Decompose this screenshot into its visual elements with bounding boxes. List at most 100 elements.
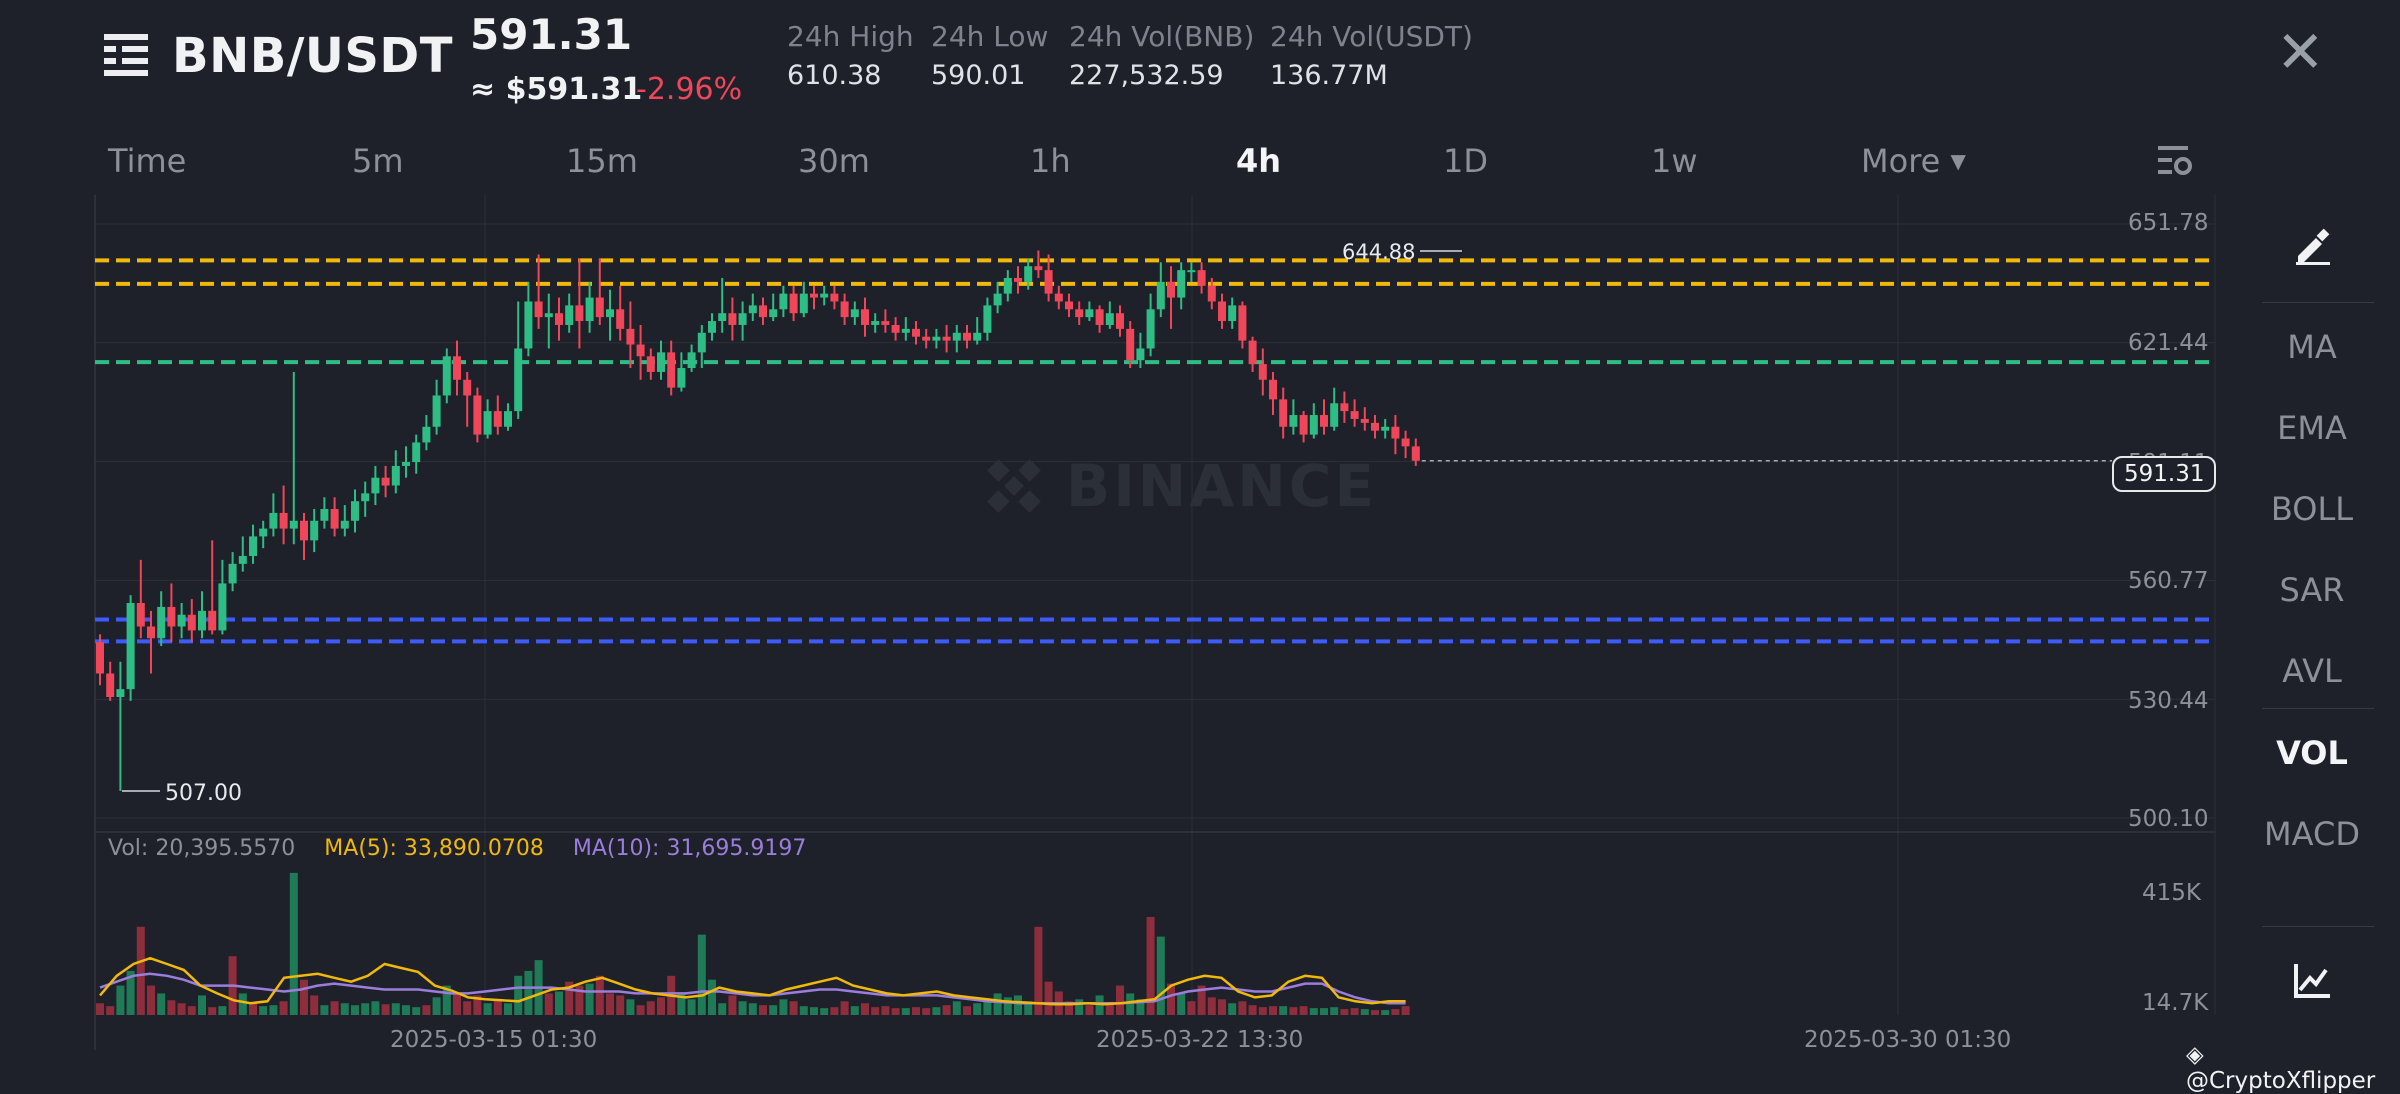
volume-bar: [585, 983, 594, 1015]
candle-body: [1411, 446, 1420, 461]
candle-body: [830, 293, 839, 302]
volume-bar: [289, 872, 298, 1015]
candle-body: [514, 348, 523, 412]
candle-body: [1177, 270, 1186, 298]
tab-15m[interactable]: 15m: [566, 142, 638, 180]
volume-bar: [1238, 1001, 1247, 1015]
candle-body: [606, 309, 614, 318]
candle-body: [881, 321, 890, 325]
volume-bar: [1044, 981, 1053, 1015]
volume-bar: [728, 995, 737, 1015]
volume-bar: [1218, 999, 1226, 1015]
candle-body: [687, 352, 696, 369]
candle-body: [759, 305, 767, 318]
candle-body: [952, 332, 961, 341]
volume-bar: [167, 1000, 176, 1015]
chart-type-icon[interactable]: [2292, 960, 2332, 1000]
candle-body: [157, 606, 166, 639]
candle-body: [402, 462, 410, 466]
candle-body: [901, 328, 910, 333]
candle-body: [493, 411, 502, 427]
close-icon[interactable]: ✕: [2276, 18, 2325, 86]
binance-small-icon: ◈: [2186, 1042, 2204, 1068]
volume-value: Vol: 20,395.5570: [108, 836, 296, 861]
high-marker-label: 644.88: [1342, 240, 1415, 264]
draw-tool-icon[interactable]: [2292, 226, 2332, 266]
date-axis-label: 2025-03-15 01:30: [390, 1027, 598, 1053]
volume-bar: [1340, 1009, 1349, 1015]
candle-body: [1136, 348, 1145, 361]
candle-body: [463, 379, 472, 396]
volume-bar: [616, 995, 625, 1015]
volume-bar: [840, 1001, 849, 1015]
menu-icon[interactable]: [102, 32, 152, 78]
candle-body: [728, 313, 737, 325]
volume-bar: [687, 999, 696, 1015]
chart-settings-icon[interactable]: [2156, 142, 2194, 178]
price-change: -2.96%: [636, 72, 743, 107]
candle-body: [412, 442, 421, 463]
candle-body: [1167, 281, 1175, 298]
volume-bar: [963, 1006, 971, 1015]
indicator-ma[interactable]: MA: [2242, 328, 2382, 366]
indicator-vol[interactable]: VOL: [2242, 734, 2382, 772]
indicator-avl[interactable]: AVL: [2242, 652, 2382, 690]
candle-body: [198, 610, 206, 631]
volume-bar: [198, 995, 206, 1015]
candle-body: [871, 321, 880, 325]
volume-bar: [483, 1003, 492, 1015]
tab-time[interactable]: Time: [108, 142, 186, 180]
volume-bar: [718, 1003, 727, 1015]
volume-bar: [1269, 1006, 1277, 1015]
candle-body: [1381, 426, 1390, 431]
tab-1h[interactable]: 1h: [1030, 142, 1071, 180]
candle-body: [799, 293, 808, 314]
indicator-macd[interactable]: MACD: [2242, 815, 2382, 853]
volume-bar: [1391, 1009, 1400, 1015]
tab-30m[interactable]: 30m: [798, 142, 870, 180]
tab-more-label: More: [1861, 142, 1941, 180]
volume-bar: [748, 1003, 757, 1015]
date-axis-label: 2025-03-30 01:30: [1804, 1027, 2012, 1053]
volume-bar: [1248, 1005, 1257, 1015]
volume-bar: [983, 1001, 992, 1015]
volume-bar: [993, 993, 1002, 1015]
tab-4h[interactable]: 4h: [1236, 142, 1281, 180]
volume-bar: [871, 1007, 880, 1015]
stat-label-vol-bnb: 24h Vol(BNB): [1069, 20, 1255, 53]
stat-value-high: 610.38: [787, 60, 882, 91]
stat-value-low: 590.01: [931, 60, 1026, 91]
price-axis-label: 621.44: [2128, 330, 2209, 356]
tab-1w[interactable]: 1w: [1651, 142, 1698, 180]
indicator-ema[interactable]: EMA: [2242, 409, 2382, 447]
volume-bar: [1003, 997, 1012, 1015]
tab-5m[interactable]: 5m: [352, 142, 404, 180]
indicator-boll[interactable]: BOLL: [2242, 490, 2382, 528]
volume-bar: [891, 1008, 900, 1015]
indicator-sar[interactable]: SAR: [2242, 571, 2382, 609]
candle-body: [1320, 415, 1328, 427]
volume-bar: [912, 1007, 920, 1015]
candle-body: [789, 293, 798, 314]
candle-body: [1309, 415, 1318, 435]
tab-more[interactable]: More ▼: [1861, 142, 1966, 180]
price-axis-label: 651.78: [2128, 210, 2209, 236]
trading-pair[interactable]: BNB/USDT: [172, 28, 453, 84]
volume-bar: [269, 1005, 278, 1015]
price-chart[interactable]: 507.00 644.88: [0, 190, 2220, 1080]
candle-body: [1044, 270, 1053, 294]
volume-bar: [1177, 993, 1186, 1015]
volume-bar: [310, 995, 319, 1015]
candle-body: [1207, 285, 1216, 302]
candle-body: [1156, 281, 1165, 310]
sidebar-divider: [2262, 708, 2374, 709]
sidebar-divider: [2262, 926, 2374, 927]
volume-bar: [646, 1001, 655, 1015]
tab-1d[interactable]: 1D: [1443, 142, 1488, 180]
volume-bar: [626, 999, 635, 1015]
candle-body: [646, 356, 655, 372]
volume-bar: [738, 1001, 747, 1015]
candle-body: [748, 305, 757, 314]
candle-body: [1269, 379, 1277, 400]
volume-axis-label: 415K: [2142, 880, 2201, 906]
